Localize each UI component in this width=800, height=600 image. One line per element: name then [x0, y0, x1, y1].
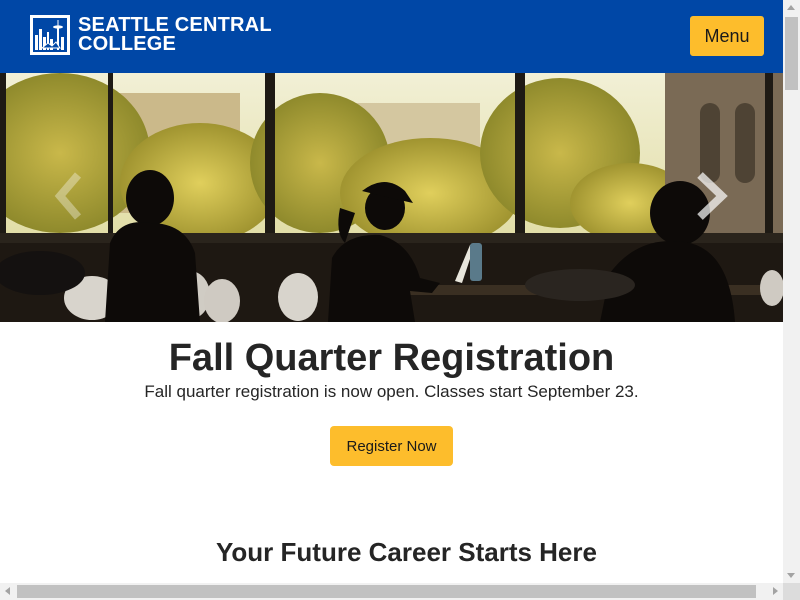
college-name-line2: COLLEGE — [78, 33, 177, 55]
hero-carousel — [0, 73, 783, 322]
seattle-skyline-logo-icon — [30, 15, 70, 55]
college-name: SEATTLE CENTRAL COLLEGE — [78, 15, 272, 55]
registration-description: Fall quarter registration is now open. C… — [144, 382, 639, 401]
hero-photo — [0, 73, 783, 322]
college-logo-link[interactable]: SEATTLE CENTRAL COLLEGE — [30, 15, 272, 55]
chevron-left-icon[interactable] — [50, 171, 90, 221]
page-viewport: SEATTLE CENTRAL COLLEGE Menu Fall Quarte… — [0, 0, 783, 583]
chevron-right-icon[interactable] — [692, 171, 732, 221]
vertical-scroll-thumb[interactable] — [785, 17, 798, 90]
menu-button[interactable]: Menu — [690, 16, 764, 56]
scroll-down-arrow-icon[interactable] — [787, 573, 795, 578]
scroll-left-arrow-icon[interactable] — [5, 587, 10, 595]
section-title: Your Future Career Starts Here — [216, 537, 597, 567]
page-headline: Fall Quarter Registration — [168, 337, 615, 379]
scroll-up-arrow-icon[interactable] — [787, 5, 795, 10]
site-header: SEATTLE CENTRAL COLLEGE Menu — [0, 0, 783, 73]
horizontal-scroll-thumb[interactable] — [17, 585, 756, 598]
scroll-right-arrow-icon[interactable] — [773, 587, 778, 595]
horizontal-scrollbar[interactable] — [0, 583, 783, 600]
register-now-button[interactable]: Register Now — [330, 426, 453, 466]
vertical-scrollbar[interactable] — [783, 0, 800, 583]
scrollbar-corner — [783, 583, 800, 600]
